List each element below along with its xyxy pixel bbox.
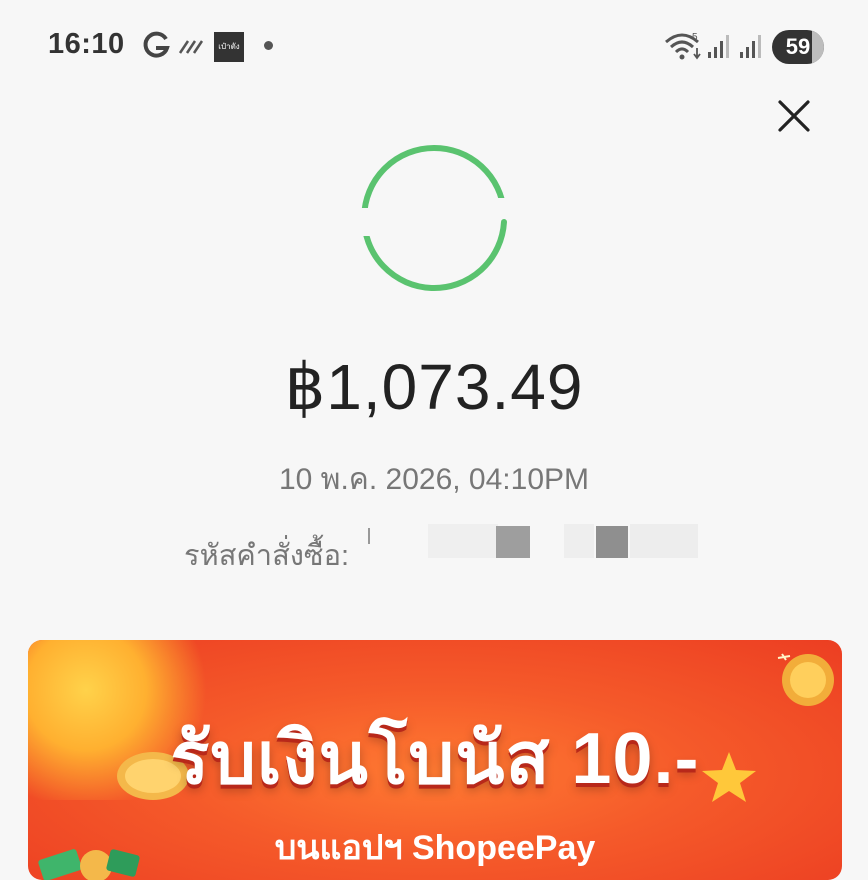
battery-level: 59 [785,34,811,59]
app-icon-label: เป๋าตัง [218,42,240,51]
wifi-icon: 5 [665,32,701,60]
google-icon [143,31,170,58]
signal-icon [708,35,729,58]
signal-icon [740,35,761,58]
order-id-label: รหัสคำสั่งซื้อ: [184,540,350,572]
payment-amount: ฿1,073.49 [284,351,584,423]
banner-headline: รับเงินโบนัส 10.- [170,719,700,799]
close-icon[interactable] [770,96,818,140]
svg-text:5: 5 [692,32,698,43]
status-time: 16:10 [48,28,125,60]
banner-subline: บนแอปฯ ShopeePay [274,829,596,867]
loading-spinner-icon [358,144,510,291]
shopeepay-promo-banner[interactable]: รับเงินโบนัส 10.- บนแอปฯ ShopeePay [28,640,842,880]
dot-icon [264,41,273,50]
redacted-order-id [368,522,698,558]
payment-datetime: 10 พ.ค. 2026, 04:10PM [278,463,590,496]
status-bar: 16:10 เป๋าตัง 5 59 [0,0,868,92]
battery-icon: 59 [772,30,824,64]
dashes-icon [178,40,204,54]
app-icon: เป๋าตัง [214,32,244,62]
